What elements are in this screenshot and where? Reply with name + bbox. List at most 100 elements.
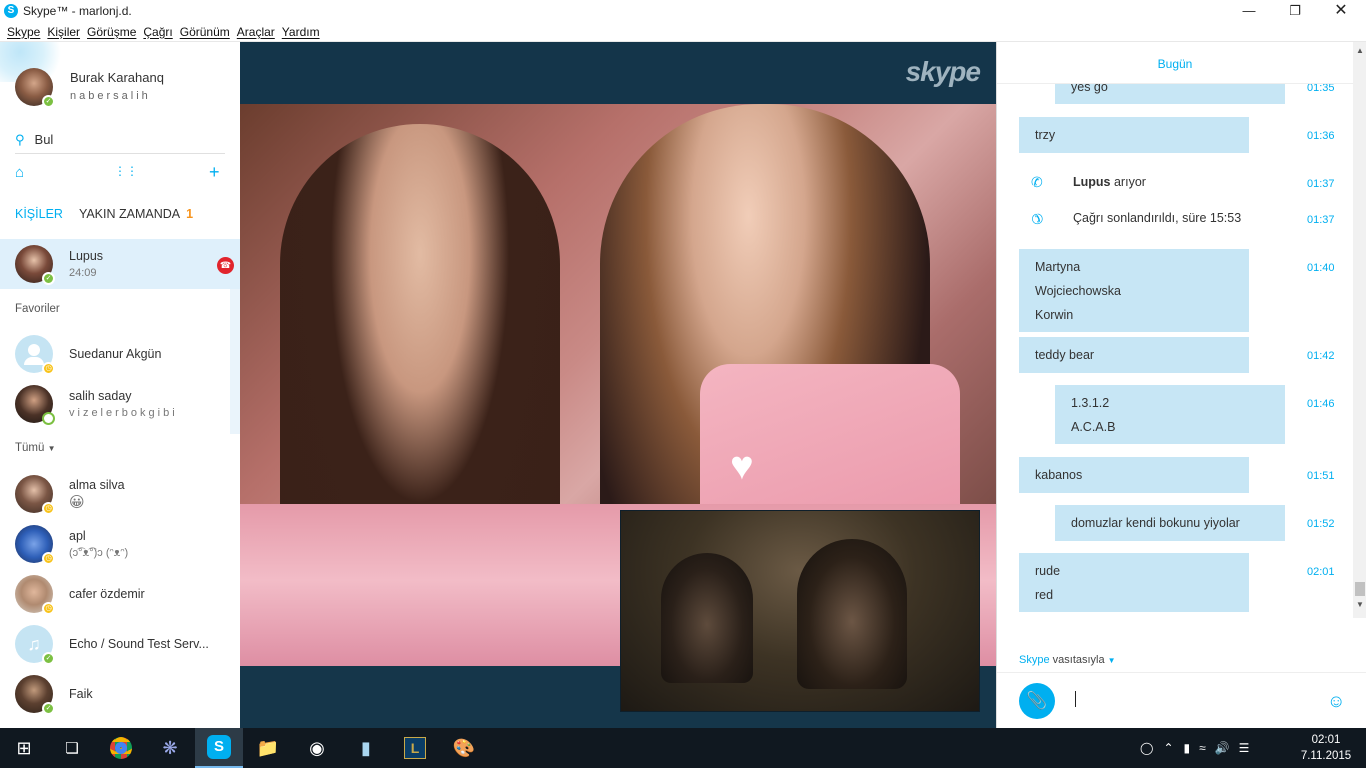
message-bubble: domuzlar kendi bokunu yiyolar <box>1055 505 1285 541</box>
active-call-item[interactable]: ✓ Lupus 24:09 ☎ <box>0 239 240 289</box>
online-status-icon: ✓ <box>42 702 55 715</box>
online-status-icon: ✓ <box>42 272 55 285</box>
menu-contacts[interactable]: Kişiler <box>47 25 80 39</box>
attach-icon[interactable]: 📎 <box>1019 683 1055 719</box>
chat-scrollbar[interactable]: ▲ ▼ <box>1353 42 1366 618</box>
taskbar-clock[interactable]: 02:01 7.11.2015 <box>1300 732 1352 764</box>
via-selector[interactable]: Skype vasıtasıyla ▼ <box>1019 654 1116 666</box>
list-item[interactable]: ♫ ✓ Echo / Sound Test Serv... <box>0 619 230 669</box>
search-icon: ⚲ <box>15 131 25 147</box>
battery-icon[interactable]: ▮ <box>1184 741 1191 755</box>
skype-taskbar-icon[interactable]: S <box>195 728 243 768</box>
list-item[interactable]: salih saday vizelerbokgibi <box>0 379 230 429</box>
menu-view[interactable]: Görünüm <box>180 25 230 39</box>
list-item[interactable]: ◷ Suedanur Akgün <box>0 329 230 379</box>
message-text: domuzlar kendi bokunu yiyolar <box>1071 516 1240 530</box>
list-item[interactable]: ✓ Faik <box>0 669 230 719</box>
profile-avatar[interactable]: ✓ <box>15 68 55 108</box>
scroll-up-icon[interactable]: ▲ <box>1356 46 1364 55</box>
local-person-1 <box>661 553 753 683</box>
media-player-icon[interactable]: ◉ <box>293 728 341 768</box>
contact-avatar: ◷ <box>15 575 55 615</box>
message-composer[interactable]: 📎 ☺ <box>997 672 1366 728</box>
minimize-button[interactable]: — <box>1226 0 1272 22</box>
search-field[interactable]: ⚲ Bul <box>15 126 225 154</box>
window-title: Skype™ - marlonj.d. <box>23 4 132 18</box>
tab-contacts[interactable]: KİŞİLER <box>15 207 63 221</box>
message-time: 01:36 <box>1307 130 1335 142</box>
task-view-icon[interactable]: ❏ <box>48 728 96 768</box>
app-icon-swirl[interactable]: ❋ <box>146 728 194 768</box>
menu-skype[interactable]: Skype <box>7 25 40 39</box>
away-status-icon: ◷ <box>42 552 55 565</box>
favorites-header: Favoriler <box>15 303 60 315</box>
contact-name: Echo / Sound Test Serv... <box>69 637 209 651</box>
text-cursor <box>1075 691 1076 707</box>
dialpad-icon[interactable]: ⋮⋮ <box>114 164 138 178</box>
league-icon[interactable]: L <box>391 728 439 768</box>
self-video-preview[interactable] <box>620 510 980 712</box>
message-bubble: rude red <box>1019 553 1249 612</box>
skype-app-icon: S <box>4 4 18 18</box>
emoticon-icon[interactable]: ☺ <box>1327 691 1345 712</box>
menu-conversation[interactable]: Görüşme <box>87 25 136 39</box>
via-text: vasıtasıyla <box>1052 654 1105 666</box>
contact-mood: (ↄ͡°ᴥ͡°)ↄ (ᵔᴥᵔ) <box>69 547 129 559</box>
message-time: 01:52 <box>1307 518 1335 530</box>
disc-icon[interactable]: ◯ <box>1140 741 1153 755</box>
scroll-down-icon[interactable]: ▼ <box>1356 600 1364 609</box>
message-text: Martyna <box>1035 260 1081 274</box>
video-call-area[interactable]: skype ♥ <box>240 42 996 728</box>
menu-call[interactable]: Çağrı <box>143 25 172 39</box>
menu-tools[interactable]: Araçlar <box>237 25 275 39</box>
windows-start-icon[interactable]: ⊞ <box>0 728 48 768</box>
home-icon[interactable]: ⌂ <box>15 164 24 181</box>
contact-avatar: ◷ <box>15 475 55 515</box>
clock-time: 02:01 <box>1311 734 1341 746</box>
contact-name: salih saday <box>69 389 132 403</box>
online-status-icon: ✓ <box>42 95 55 108</box>
chevron-up-icon[interactable]: ⌃ <box>1163 741 1173 755</box>
search-label: Bul <box>34 132 54 147</box>
wifi-icon[interactable]: ≈ <box>1199 741 1206 755</box>
call-ended-event: Çağrı sonlandırıldı, süre 15:53 <box>1073 211 1242 225</box>
contact-avatar: ◷ <box>15 525 55 565</box>
sidebar-scrollbar[interactable] <box>230 289 240 434</box>
person-silhouette <box>28 344 40 356</box>
chrome-icon[interactable] <box>97 728 145 768</box>
contact-avatar: ✓ <box>15 675 55 715</box>
message-text: teddy bear <box>1035 348 1095 362</box>
paint-icon[interactable]: 🎨 <box>440 728 488 768</box>
tab-recent-label: YAKIN ZAMANDA <box>78 207 181 221</box>
end-call-icon[interactable]: ☎ <box>217 257 234 274</box>
app-icon-book[interactable]: ▮ <box>342 728 390 768</box>
close-button[interactable]: ✕ <box>1318 0 1364 22</box>
message-time: 01:37 <box>1307 178 1335 190</box>
list-item[interactable]: ◷ cafer özdemir <box>0 569 230 619</box>
add-icon[interactable]: + <box>209 162 220 183</box>
menu-help[interactable]: Yardım <box>282 25 320 39</box>
tab-recent[interactable]: YAKIN ZAMANDA 1 <box>79 207 193 221</box>
list-item[interactable]: ◷ apl (ↄ͡°ᴥ͡°)ↄ (ᵔᴥᵔ) <box>0 519 230 569</box>
notifications-icon[interactable]: ☰ <box>1239 741 1250 755</box>
maximize-button[interactable]: ❐ <box>1272 0 1318 22</box>
file-explorer-icon[interactable]: 📁 <box>244 728 292 768</box>
volume-icon[interactable]: 🔊 <box>1215 741 1230 755</box>
online-status-icon: ✓ <box>42 652 55 665</box>
message-text: kabanos <box>1035 468 1083 482</box>
all-contacts-header[interactable]: Tümü ▼ <box>15 442 56 454</box>
profile-card[interactable]: ✓ Burak Karahanq nabersalih <box>15 68 164 108</box>
default-avatar-icon: ◷ <box>15 335 55 375</box>
contact-avatar: ✓ <box>15 245 55 285</box>
offline-status-icon <box>42 412 55 425</box>
sidebar: ✓ Burak Karahanq nabersalih ⚲ Bul ⌂ ⋮⋮ +… <box>0 42 240 728</box>
contact-name: cafer özdemir <box>69 587 145 601</box>
message-time: 01:51 <box>1307 470 1335 482</box>
scrollbar-thumb[interactable] <box>1355 582 1365 596</box>
away-status-icon: ◷ <box>42 602 55 615</box>
sidebar-toolbar: ⌂ ⋮⋮ + <box>15 162 225 186</box>
message-time: 01:37 <box>1307 214 1335 226</box>
away-status-icon: ◷ <box>42 362 55 375</box>
list-item[interactable]: ◷ alma silva 😀 <box>0 469 230 519</box>
via-brand: Skype <box>1019 654 1050 666</box>
